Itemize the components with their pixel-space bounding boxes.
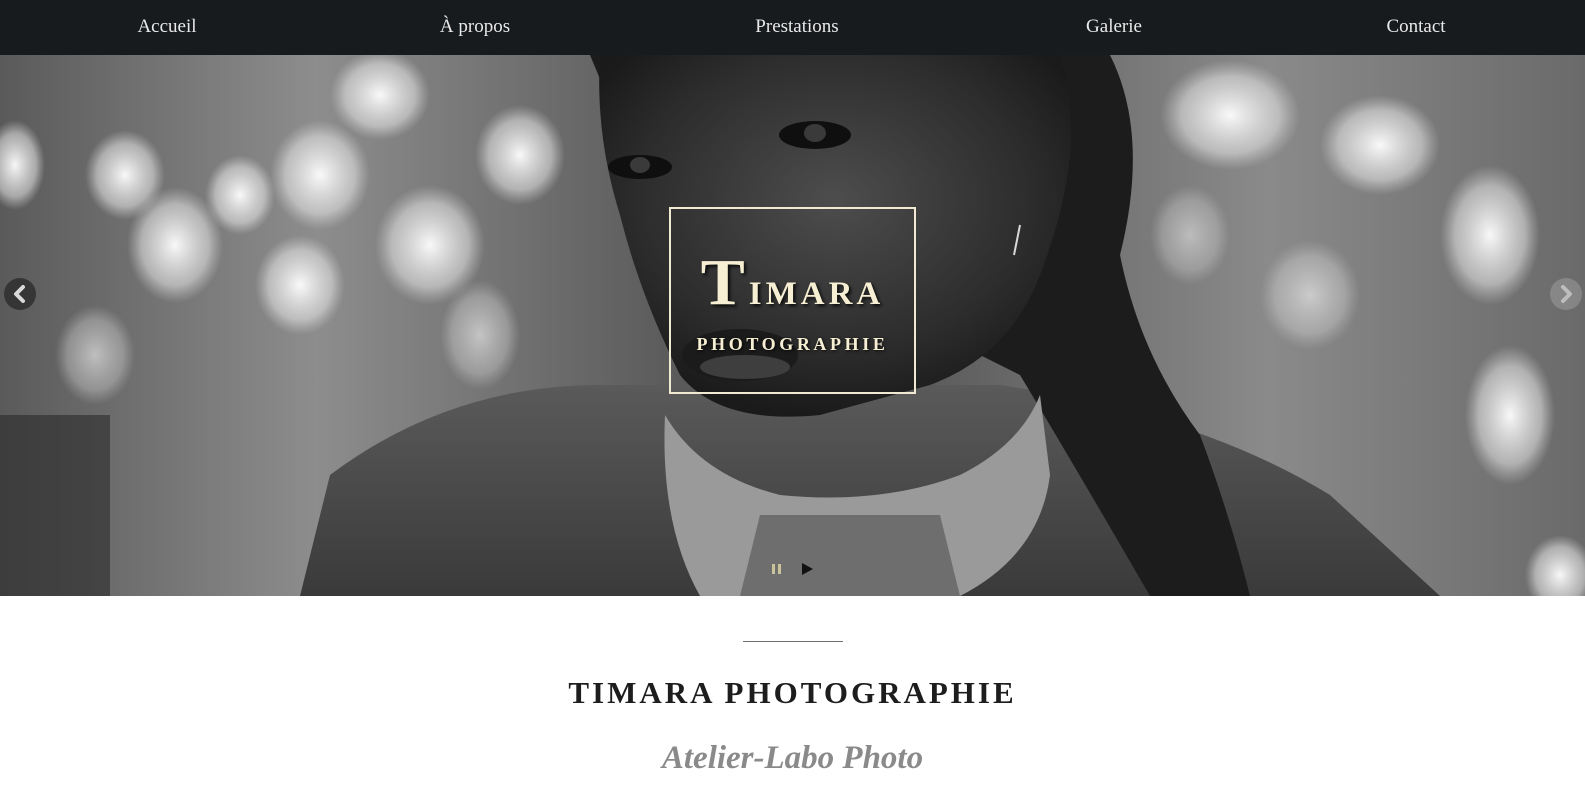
- page-title: TIMARA PHOTOGRAPHIE: [568, 675, 1017, 710]
- logo-name: IMARA: [748, 276, 885, 312]
- nav-item-galerie[interactable]: Galerie: [1086, 0, 1142, 55]
- nav-item-accueil[interactable]: Accueil: [137, 0, 196, 55]
- main-navigation: Accueil À propos Prestations Galerie Con…: [0, 0, 1585, 55]
- nav-item-contact[interactable]: Contact: [1386, 0, 1445, 55]
- logo-title: TIMARA: [671, 245, 914, 321]
- logo-subtitle: PHOTOGRAPHIE: [696, 334, 889, 354]
- slider-next-button[interactable]: [1550, 278, 1582, 310]
- play-icon: [802, 563, 813, 575]
- nav-item-a-propos[interactable]: À propos: [440, 0, 510, 55]
- nav-item-prestations[interactable]: Prestations: [755, 0, 838, 55]
- hero-slider: TIMARA PHOTOGRAPHIE: [0, 55, 1585, 596]
- section-divider: [743, 641, 843, 642]
- chevron-right-icon: [1561, 285, 1572, 303]
- site-logo: TIMARA PHOTOGRAPHIE: [669, 207, 916, 394]
- chevron-left-icon: [14, 285, 25, 303]
- slider-pause-button[interactable]: [769, 561, 785, 577]
- pause-icon: [772, 564, 781, 574]
- logo-initial: T: [700, 246, 749, 319]
- slider-prev-button[interactable]: [4, 278, 36, 310]
- slider-play-button[interactable]: [799, 561, 815, 577]
- page-subtitle: Atelier-Labo Photo: [661, 740, 924, 776]
